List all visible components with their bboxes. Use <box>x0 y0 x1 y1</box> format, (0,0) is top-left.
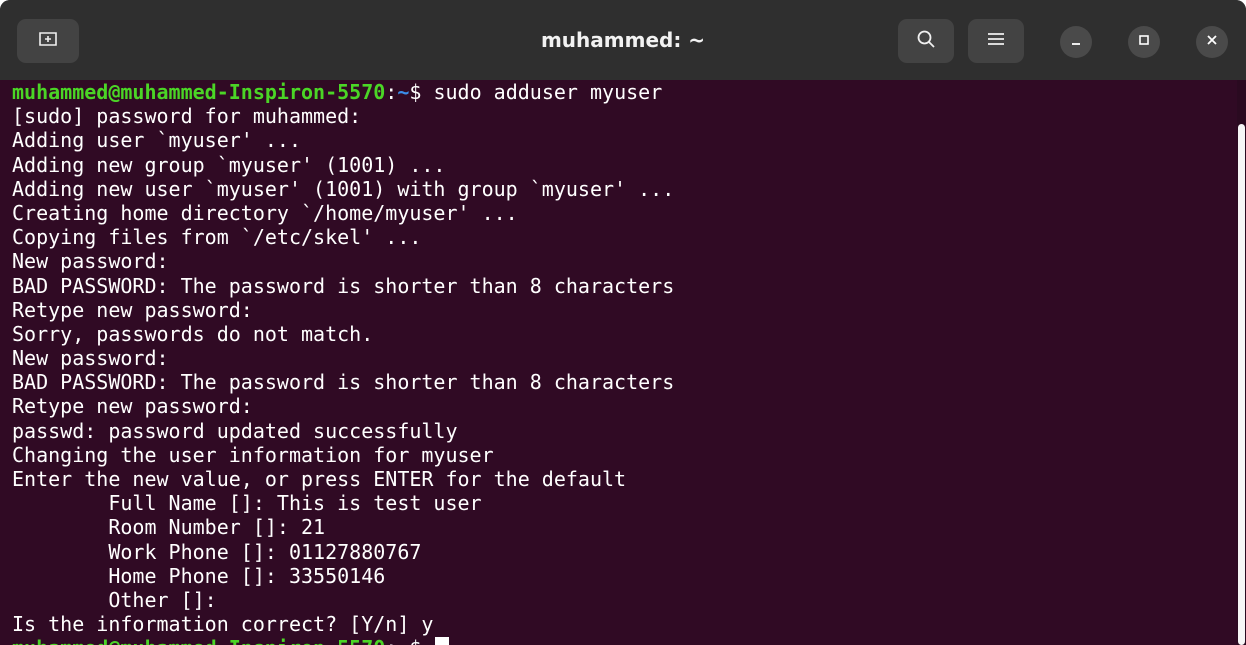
prompt-separator: : <box>385 636 397 645</box>
minimize-button[interactable] <box>1060 26 1092 58</box>
terminal-output[interactable]: muhammed@muhammed-Inspiron-5570:~$ sudo … <box>0 80 1237 645</box>
output-line: Enter the new value, or press ENTER for … <box>12 467 627 491</box>
search-button[interactable] <box>898 19 954 63</box>
prompt-user-host: muhammed@muhammed-Inspiron-5570 <box>12 80 386 104</box>
output-line: Room Number []: 21 <box>12 515 326 540</box>
prompt-input <box>421 636 433 645</box>
output-line: Other []: <box>12 587 217 612</box>
command-line: muhammed@muhammed-Inspiron-5570:~$ sudo … <box>12 80 1237 104</box>
output-line: Retype new password: <box>12 394 253 419</box>
hamburger-menu-icon <box>987 31 1005 52</box>
close-icon <box>1206 33 1218 51</box>
output-line: New password: <box>12 249 169 274</box>
output-line: Adding new group `myuser' (1001) ... <box>12 152 446 177</box>
new-tab-button[interactable] <box>17 19 79 63</box>
maximize-icon <box>1138 33 1150 51</box>
prompt-path: ~ <box>397 80 410 104</box>
search-icon <box>916 29 936 54</box>
output-line: Is the information correct? [Y/n] y <box>12 612 434 637</box>
prompt-symbol: $ <box>409 80 422 104</box>
output-line: BAD PASSWORD: The password is shorter th… <box>12 273 675 298</box>
prompt-line: muhammed@muhammed-Inspiron-5570:~$ <box>12 636 1237 645</box>
new-tab-icon <box>38 30 58 53</box>
output-line: Creating home directory `/home/myuser' .… <box>12 200 518 225</box>
output-line: New password: <box>12 346 169 371</box>
output-line: Full Name []: This is test user <box>12 491 482 516</box>
title-bar[interactable]: muhammed: ~ <box>0 0 1246 80</box>
command-text: sudo adduser myuser <box>421 80 663 104</box>
output-line: Copying files from `/etc/skel' ... <box>12 225 422 250</box>
close-button[interactable] <box>1196 26 1228 58</box>
output-line: [sudo] password for muhammed: <box>12 104 362 129</box>
output-line: Sorry, passwords do not match. <box>12 321 374 346</box>
output-line: BAD PASSWORD: The password is shorter th… <box>12 370 675 395</box>
output-line: Retype new password: <box>12 297 253 322</box>
output-line: Adding user `myuser' ... <box>12 128 301 153</box>
scrollbar-thumb[interactable] <box>1238 124 1245 645</box>
scrollbar[interactable] <box>1237 80 1246 645</box>
menu-button[interactable] <box>968 19 1024 63</box>
output-line: passwd: password updated successfully <box>12 418 458 443</box>
prompt-user-host: muhammed@muhammed-Inspiron-5570 <box>12 636 385 645</box>
minimize-icon <box>1070 33 1082 51</box>
output-line: Adding new user `myuser' (1001) with gro… <box>12 176 675 201</box>
output-line: Changing the user information for myuser <box>12 442 494 467</box>
maximize-button[interactable] <box>1128 26 1160 58</box>
output-line: Home Phone []: 33550146 <box>12 563 386 588</box>
output-line: Work Phone []: 01127880767 <box>12 539 422 564</box>
terminal-window: muhammed: ~ muhammed@muhammed-Inspiron-5… <box>0 0 1246 645</box>
prompt-path: ~ <box>397 636 409 645</box>
prompt-separator: : <box>385 80 398 104</box>
prompt-symbol: $ <box>409 636 421 645</box>
text-cursor <box>435 637 450 645</box>
